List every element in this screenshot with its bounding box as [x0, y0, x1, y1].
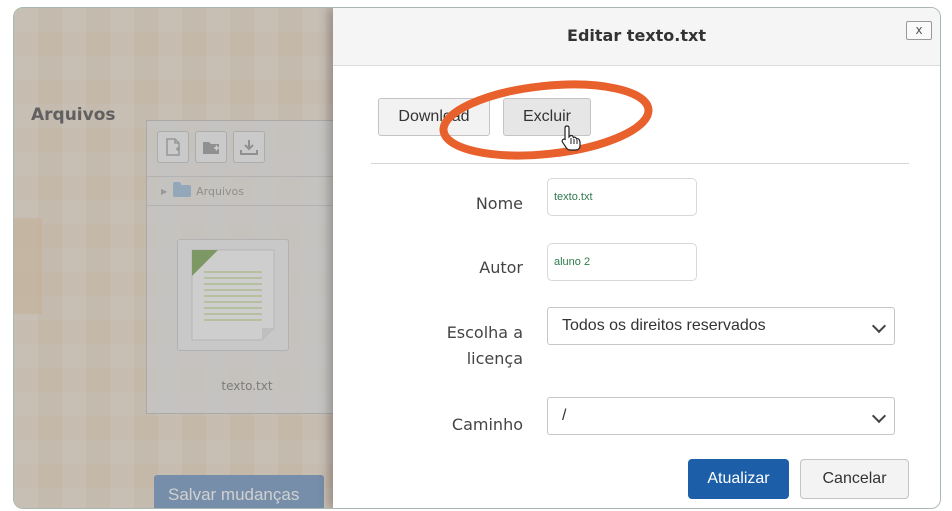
- author-field[interactable]: [547, 243, 697, 281]
- path-field-label: Caminho: [451, 415, 523, 434]
- edit-file-dialog: Editar texto.txt x Download Excluir Nome…: [333, 8, 940, 508]
- author-label: Autor: [479, 258, 523, 277]
- name-label: Nome: [475, 194, 523, 213]
- dialog-header: Editar texto.txt x: [333, 8, 940, 66]
- cancel-button[interactable]: Cancelar: [800, 459, 909, 499]
- path-select[interactable]: /: [547, 397, 895, 435]
- app-frame: Arquivos ▶ Arquivos texto.txt Salvar mud…: [13, 7, 941, 509]
- chevron-down-icon: [871, 318, 887, 334]
- license-label: Escolha a licença: [446, 323, 523, 368]
- divider: [371, 163, 909, 164]
- license-select[interactable]: Todos os direitos reservados: [547, 307, 895, 345]
- path-selected-value: /: [562, 407, 567, 424]
- delete-file-button[interactable]: Excluir: [503, 98, 591, 136]
- chevron-down-icon: [871, 408, 887, 424]
- name-field[interactable]: [547, 178, 697, 216]
- close-button[interactable]: x: [906, 21, 932, 40]
- dialog-title: Editar texto.txt: [567, 26, 706, 45]
- update-button[interactable]: Atualizar: [688, 459, 789, 499]
- download-file-button[interactable]: Download: [378, 98, 490, 136]
- license-selected-value: Todos os direitos reservados: [562, 317, 766, 334]
